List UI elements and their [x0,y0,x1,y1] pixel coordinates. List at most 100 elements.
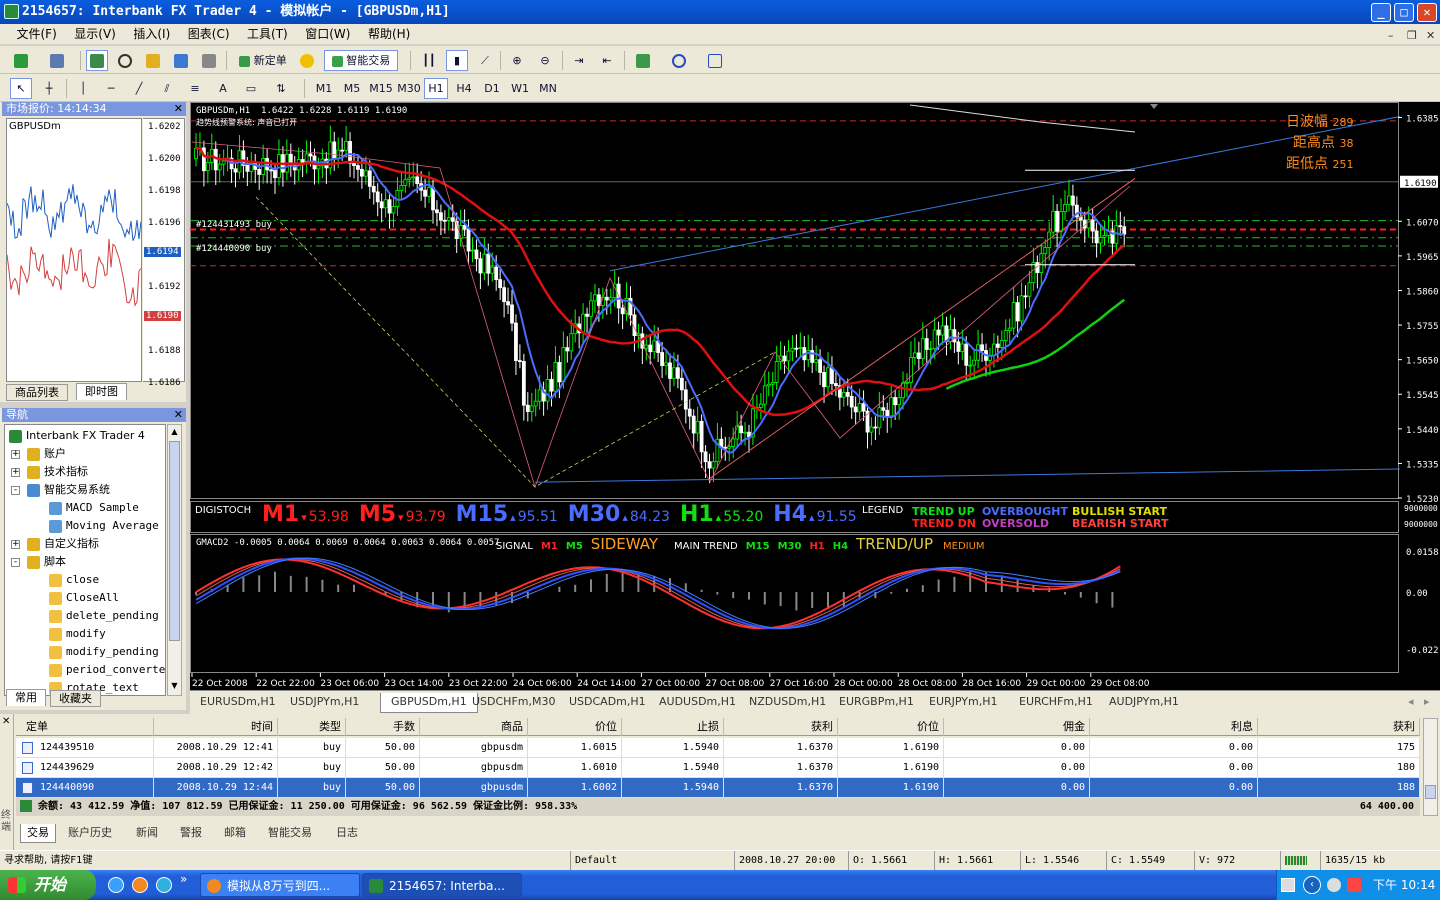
data-window-button[interactable] [114,50,136,71]
tab-favorites[interactable]: 收藏夹 [50,690,101,707]
chart-tab[interactable]: NZDUSDm,H1 [749,693,826,713]
column-header[interactable]: 类型 [278,718,346,736]
chart-tab[interactable]: AUDUSDm,H1 [659,693,736,713]
terminal-close-icon[interactable]: ✕ [2,716,10,727]
terminal-tab[interactable]: 账户历史 [68,824,112,843]
chart-window[interactable]: 1.6385 1.6070 1.5965 1.5860 1.5755 1.5650 1.55… [190,102,1440,690]
nav-item[interactable]: modify_pending [49,643,159,661]
tree-expander[interactable]: - [11,486,20,495]
expert-advisors-button[interactable]: 智能交易 [324,50,398,71]
column-header[interactable]: 商品 [420,718,528,736]
indicators-icon[interactable] [632,50,654,71]
terminal-tab[interactable]: 智能交易 [268,824,312,843]
column-header[interactable]: 手数 [346,718,420,736]
chart-shift-icon[interactable]: ⇤ [596,50,618,71]
nav-item[interactable]: 账户 [27,445,66,463]
task-browser[interactable]: 模拟从8万亏到四... [200,873,360,897]
column-header[interactable]: 获利 [724,718,838,736]
menu-file[interactable]: 文件(F) [10,24,64,44]
tab-tick-chart[interactable]: 即时图 [76,383,127,400]
terminal-tab[interactable]: 邮箱 [224,824,246,843]
navigator-close-icon[interactable]: ✕ [174,408,183,422]
firefox-icon[interactable] [132,877,148,893]
terminal-tab[interactable]: 新闻 [136,824,158,843]
start-button[interactable]: 开始 [0,870,96,900]
column-header[interactable]: 获利 [1258,718,1420,736]
timeframe-d1[interactable]: D1 [480,78,504,99]
chart-tab[interactable]: GBPUSDm,H1 [380,693,478,713]
market-watch-close-icon[interactable]: ✕ [174,102,183,116]
nav-item[interactable]: CloseAll [49,589,119,607]
tree-expander[interactable]: + [11,540,20,549]
maximize-button[interactable]: □ [1394,3,1414,22]
scroll-thumb[interactable] [169,441,180,641]
timeframe-h1[interactable]: H1 [424,78,448,99]
crosshair-icon[interactable]: ┼ [38,78,60,99]
mdi-minimize-icon[interactable]: – [1388,26,1394,46]
nav-item[interactable]: Moving Average [49,517,159,535]
nav-item[interactable]: 技术指标 [27,463,88,481]
cursor-icon[interactable]: ↖ [10,78,32,99]
column-header[interactable]: 定单 [16,718,154,736]
timeframe-m5[interactable]: M5 [340,78,364,99]
order-row[interactable]: 124439629 2008.10.29 12:42 buy 50.00 gbpusdm… [16,758,1420,778]
tab-common[interactable]: 常用 [6,689,46,706]
ie-icon[interactable] [108,877,124,893]
nav-item[interactable]: delete_pending [49,607,159,625]
mdi-close-icon[interactable]: ✕ [1426,26,1435,46]
chart-tab[interactable]: USDCHFm,M30 [472,693,555,713]
zoom-out-icon[interactable]: ⊖ [534,50,556,71]
tester-button[interactable] [198,50,220,71]
navigator-button[interactable] [142,50,164,71]
tabs-scroll-left-icon[interactable]: ◂ [1408,695,1414,708]
nav-item[interactable]: modify [49,625,106,643]
terminal-tab[interactable]: 交易 [20,824,56,843]
horizontal-line-icon[interactable]: ─ [100,78,122,99]
fibonacci-icon[interactable]: ≡ [184,78,206,99]
tabs-scroll-right-icon[interactable]: ▸ [1424,695,1430,708]
chart-tab[interactable]: EURUSDm,H1 [200,693,276,713]
candlestick-icon[interactable]: ▮ [446,50,468,71]
new-chart-button[interactable] [10,50,32,71]
chart-tab[interactable]: AUDJPYm,H1 [1109,693,1179,713]
quicklaunch-more-icon[interactable]: » [180,872,187,886]
chart-tab[interactable]: USDJPYm,H1 [290,693,359,713]
nav-item[interactable]: 智能交易系统 [27,481,110,499]
terminal-tab[interactable]: 警报 [180,824,202,843]
network-icon[interactable] [1327,878,1341,892]
periods-clock-icon[interactable] [668,50,690,71]
close-button[interactable]: ✕ [1417,3,1437,22]
tray-back-icon[interactable]: ‹ [1303,876,1321,894]
tree-expander[interactable]: + [11,468,20,477]
scroll-up-icon[interactable]: ▲ [169,427,180,438]
profiles-button[interactable] [46,50,68,71]
keyboard-icon[interactable] [1281,878,1295,892]
minimize-button[interactable]: _ [1371,3,1391,22]
order-row[interactable]: 124439510 2008.10.29 12:41 buy 50.00 gbpusdm… [16,738,1420,758]
terminal-tab[interactable]: 日志 [336,824,358,843]
bar-chart-icon[interactable]: ┃┃ [418,50,440,71]
chart-shift-marker[interactable] [1150,104,1158,109]
nav-item[interactable]: 脚本 [27,553,66,571]
price-chart-svg[interactable]: 1.6385 1.6070 1.5965 1.5860 1.5755 1.5650 1.55… [190,102,1440,690]
templates-icon[interactable] [704,50,726,71]
menu-insert[interactable]: 插入(I) [126,24,177,44]
trendline-icon[interactable]: ╱ [128,78,150,99]
menu-view[interactable]: 显示(V) [67,24,123,44]
column-header[interactable]: 时间 [154,718,278,736]
timeframe-m30[interactable]: M30 [396,78,422,99]
menu-charts[interactable]: 图表(C) [181,24,237,44]
menu-window[interactable]: 窗口(W) [298,24,357,44]
market-watch-button[interactable] [86,50,108,71]
vertical-line-icon[interactable]: │ [72,78,94,99]
alert-button[interactable] [296,50,318,71]
nav-item[interactable]: MACD Sample [49,499,139,517]
chart-tab[interactable]: USDCADm,H1 [569,693,646,713]
text-tool-button[interactable]: A [212,78,234,99]
nav-item[interactable]: 自定义指标 [27,535,99,553]
navigator-scrollbar[interactable]: ▲ ▼ [167,424,182,696]
timeframe-m1[interactable]: M1 [312,78,336,99]
zoom-in-icon[interactable]: ⊕ [506,50,528,71]
scroll-down-icon[interactable]: ▼ [169,681,180,692]
task-mt4[interactable]: 2154657: Interba... [362,873,522,897]
